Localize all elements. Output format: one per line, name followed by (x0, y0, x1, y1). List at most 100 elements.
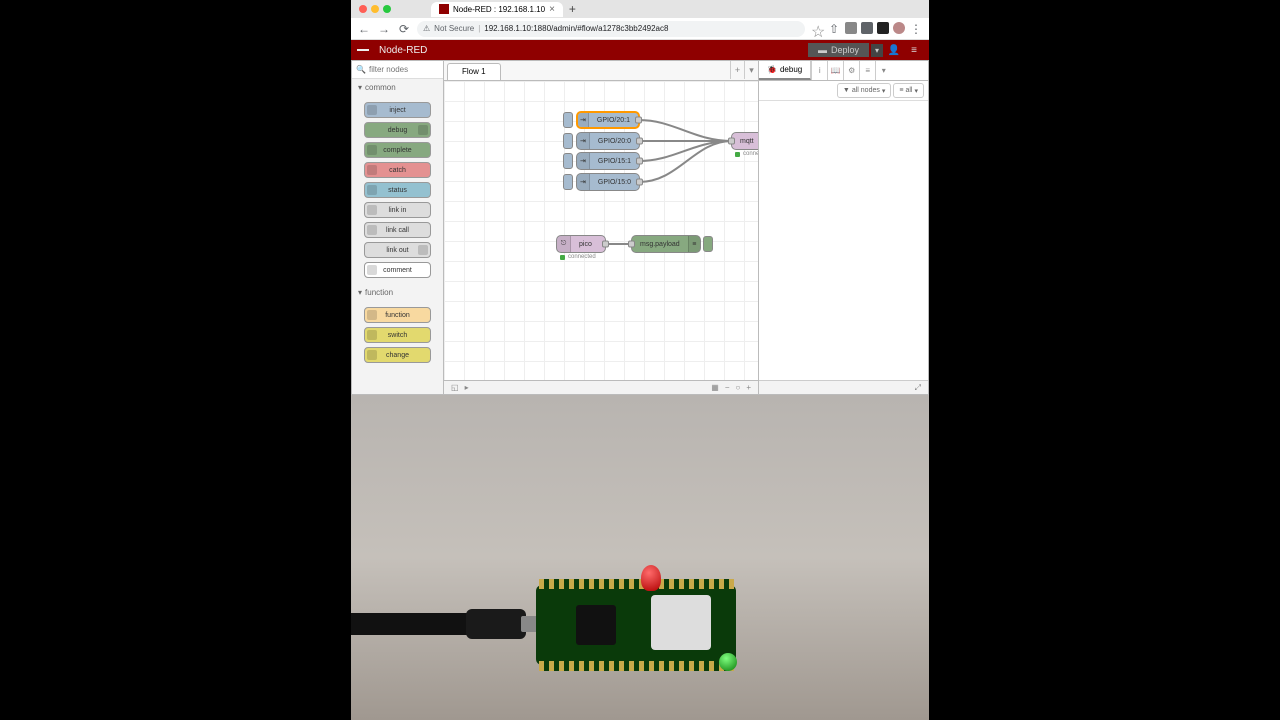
flow-list-button[interactable]: ▾ (744, 61, 758, 79)
palette-node-function[interactable]: function (364, 307, 431, 323)
debug-icon: ≡ (688, 236, 700, 252)
palette-category-common[interactable]: ▾ common (352, 79, 443, 96)
extension-icon-2[interactable] (877, 22, 889, 34)
flow-canvas[interactable]: ⇥GPIO/20:1 ⇥GPIO/20:0 ⇥GPIO/15:1 ⇥GPIO/1… (444, 81, 758, 380)
palette-filter-input[interactable] (369, 65, 439, 74)
node-gpio15-1[interactable]: ⇥GPIO/15:1 (576, 152, 640, 170)
node-red-logo-icon (357, 44, 375, 56)
browser-tab-strip: Node-RED : 192.168.1.10 × + (351, 0, 929, 18)
zoom-out-button[interactable]: − (722, 383, 733, 392)
sidebar-tab-debug[interactable]: 🐞 debug (759, 61, 811, 80)
category-label: function (365, 288, 393, 297)
inject-icon: ⇥ (577, 133, 590, 149)
palette-node-switch[interactable]: switch (364, 327, 431, 343)
inject-icon: ⇥ (577, 174, 590, 190)
reload-button[interactable]: ⟳ (397, 22, 411, 36)
extensions-puzzle-icon[interactable] (861, 22, 873, 34)
workspace-footer: ◱ ▸ ▦ − ○ + (444, 380, 758, 394)
sidebar-menu-icon[interactable]: ▾ (875, 61, 891, 80)
sidebar-help-icon[interactable]: 📖 (827, 61, 843, 80)
share-icon[interactable]: ⇧ (827, 22, 841, 36)
nav-toggle-icon[interactable]: ◱ (448, 383, 462, 392)
palette-node-comment[interactable]: comment (364, 262, 431, 278)
inject-icon: ⇥ (577, 153, 590, 169)
inject-button[interactable] (563, 133, 573, 149)
palette-node-status[interactable]: status (364, 182, 431, 198)
input-port[interactable] (628, 241, 635, 248)
user-icon[interactable]: 👤 (885, 41, 903, 59)
forward-button[interactable]: → (377, 22, 391, 36)
inject-button[interactable] (563, 153, 573, 169)
profile-avatar-icon[interactable] (893, 22, 905, 34)
palette-category-function[interactable]: ▾ function (352, 284, 443, 301)
deploy-button[interactable]: ▬ Deploy (808, 43, 869, 57)
address-bar[interactable]: ⚠ Not Secure | 192.168.1.10:1880/admin/#… (417, 21, 805, 37)
node-gpio20-1[interactable]: ⇥GPIO/20:1 (576, 111, 640, 129)
app-name: Node-RED (379, 45, 427, 56)
maximize-window-icon[interactable] (383, 5, 391, 13)
add-flow-button[interactable]: + (730, 61, 744, 79)
flow-tab[interactable]: Flow 1 (447, 63, 501, 80)
node-gpio15-0[interactable]: ⇥GPIO/15:0 (576, 173, 640, 191)
output-port[interactable] (635, 117, 642, 124)
node-palette: 🔍 ▾ common inject debug complete catch s… (352, 61, 444, 394)
sidebar-config-icon[interactable]: ⚙ (843, 61, 859, 80)
window-traffic-lights (359, 5, 391, 13)
palette-node-change[interactable]: change (364, 347, 431, 363)
main-menu-icon[interactable]: ≡ (905, 41, 923, 59)
palette-node-link-in[interactable]: link in (364, 202, 431, 218)
output-port[interactable] (636, 179, 643, 186)
palette-node-complete[interactable]: complete (364, 142, 431, 158)
debug-sidebar: 🐞 debug i 📖 ⚙ ≡ ▾ ▼ all nodes ▾ ≡ all (758, 61, 928, 394)
deploy-icon: ▬ (818, 45, 827, 55)
sidebar-info-icon[interactable]: i (811, 61, 827, 80)
palette-node-inject[interactable]: inject (364, 102, 431, 118)
bookmark-star-icon[interactable]: ☆ (811, 22, 823, 34)
palette-search[interactable]: 🔍 (352, 61, 443, 79)
chevron-down-icon: ▾ (882, 87, 886, 95)
tab-title: Node-RED : 192.168.1.10 (453, 5, 545, 14)
red-led (641, 565, 661, 591)
node-mqtt-out[interactable]: mqtt ⎋ (731, 132, 758, 150)
view-grid-icon[interactable]: ▦ (708, 383, 722, 392)
browser-menu-icon[interactable]: ⋮ (909, 22, 923, 36)
gpio-pins-bottom (539, 661, 734, 671)
back-button[interactable]: ← (357, 22, 371, 36)
chevron-down-icon: ▾ (358, 83, 362, 92)
input-port[interactable] (728, 138, 735, 145)
palette-node-catch[interactable]: catch (364, 162, 431, 178)
inject-button[interactable] (563, 112, 573, 128)
new-tab-button[interactable]: + (563, 2, 582, 16)
browser-tab[interactable]: Node-RED : 192.168.1.10 × (431, 2, 563, 17)
output-port[interactable] (636, 138, 643, 145)
palette-node-link-out[interactable]: link out (364, 242, 431, 258)
debug-filter-nodes[interactable]: ▼ all nodes ▾ (837, 83, 891, 98)
palette-node-debug[interactable]: debug (364, 122, 431, 138)
browser-toolbar: ← → ⟳ ⚠ Not Secure | 192.168.1.10:1880/a… (351, 18, 929, 40)
extension-icon[interactable] (845, 22, 857, 34)
output-port[interactable] (636, 158, 643, 165)
sidebar-context-icon[interactable]: ≡ (859, 61, 875, 80)
sidebar-expand-icon[interactable]: ⤢ (912, 383, 924, 393)
zoom-reset-button[interactable]: ○ (732, 383, 743, 392)
output-port[interactable] (602, 241, 609, 248)
zoom-in-button[interactable]: + (743, 383, 754, 392)
node-gpio20-0[interactable]: ⇥GPIO/20:0 (576, 132, 640, 150)
close-tab-icon[interactable]: × (549, 4, 555, 15)
debug-filter-all[interactable]: ≡ all ▾ (893, 83, 924, 98)
close-window-icon[interactable] (359, 5, 367, 13)
palette-node-link-call[interactable]: link call (364, 222, 431, 238)
status-dot-icon (560, 255, 565, 260)
debug-toggle-button[interactable] (703, 236, 713, 252)
minimize-window-icon[interactable] (371, 5, 379, 13)
node-debug[interactable]: msg.payload ≡ (631, 235, 701, 253)
deploy-menu-button[interactable]: ▾ (871, 44, 883, 57)
gpio-pins-top (539, 579, 734, 589)
hardware-photo (351, 395, 929, 720)
rp2040-chip (576, 605, 616, 645)
inject-button[interactable] (563, 174, 573, 190)
node-mqtt-in-pico[interactable]: ⎋ pico (556, 235, 606, 253)
debug-messages (759, 101, 928, 380)
nav-toggle-icon-2[interactable]: ▸ (462, 383, 472, 392)
deploy-label: Deploy (831, 45, 859, 55)
